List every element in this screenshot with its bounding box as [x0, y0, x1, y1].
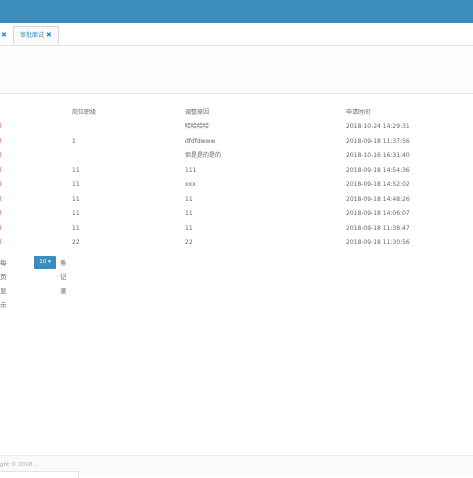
footer-copyright: ght © 2018 ...: [0, 462, 40, 468]
row-mark: l: [0, 181, 2, 188]
cell-reason: 哈哈哈哈: [185, 123, 210, 130]
column-header-level[interactable]: 岗位职级: [72, 106, 96, 121]
cell-time: 2018-09-18 14:06:07: [346, 210, 410, 217]
cell-level: 22: [72, 239, 80, 246]
cell-level: 11: [72, 224, 80, 232]
cell-time: 2018-09-18 11:38:47: [346, 224, 410, 232]
row-mark: l: [0, 123, 2, 130]
table-body: l 哈哈哈哈 2018-10-24 14:29:31 l 1 dfdfdwww 2018-0…: [0, 120, 473, 251]
divider: [0, 93, 473, 94]
cell-reason: xxx: [185, 181, 196, 188]
tab-partial-close-icon[interactable]: ✖: [1, 31, 7, 39]
row-mark: l: [0, 224, 2, 232]
cell-time: 2018-09-18 14:52:02: [346, 181, 410, 188]
column-header-time[interactable]: 申请时间: [346, 106, 370, 121]
pager-prefix: 每页显示: [0, 259, 7, 309]
cell-time: 2018-09-18 11:30:56: [346, 239, 410, 246]
data-table: 岗位职级 调整原因 申请时间 l 哈哈哈哈 2018-10-24 14:29:31 l…: [0, 106, 473, 251]
table-row[interactable]: l 哈哈哈哈 2018-10-24 14:29:31: [0, 120, 473, 135]
row-mark: l: [0, 239, 2, 246]
caret-down-icon: ▾: [47, 259, 51, 265]
column-header-reason[interactable]: 调整原因: [185, 106, 209, 121]
cell-reason: 11: [185, 210, 193, 217]
top-navbar: [0, 0, 473, 23]
cell-reason: 22: [185, 239, 193, 246]
cell-reason: 11: [185, 195, 193, 203]
tab-active-label: 审批面试: [20, 32, 45, 39]
cell-reason: dfdfdwww: [185, 137, 216, 145]
table-row[interactable]: l 22 22 2018-09-18 11:30:56: [0, 236, 473, 251]
row-mark: l: [0, 195, 2, 203]
row-mark: l: [0, 152, 2, 159]
tab-approval-interview[interactable]: 审批面试 ✖: [13, 26, 59, 45]
cell-time: 2018-10-24 14:29:31: [346, 123, 410, 130]
cell-time: 2018-09-18 14:54:36: [346, 166, 410, 174]
table-row[interactable]: l 11 11 2018-09-18 14:48:26: [0, 193, 473, 208]
row-mark: l: [0, 210, 2, 217]
table-row[interactable]: l 11 11 2018-09-18 11:38:47: [0, 222, 473, 237]
row-mark: l: [0, 137, 2, 145]
cell-time: 2018-09-18 14:48:26: [346, 195, 410, 203]
cell-reason: 11: [185, 224, 193, 232]
table-row[interactable]: l 但是是的是的 2018-10-16 16:31:40: [0, 149, 473, 164]
page-size-select[interactable]: 10 ▾: [34, 256, 56, 269]
tab-bar: [0, 23, 473, 46]
pager-suffix: 条记录: [60, 259, 67, 295]
table-row[interactable]: l 11 111 2018-09-18 14:54:36: [0, 164, 473, 179]
cell-level: 11: [72, 166, 80, 174]
page-size-value: 10: [39, 259, 47, 265]
tab-partial[interactable]: ✖: [0, 26, 7, 44]
cell-level: 1: [72, 137, 76, 145]
table-header: 岗位职级 调整原因 申请时间: [0, 106, 473, 120]
cell-reason: 但是是的是的: [185, 152, 222, 159]
cell-level: 11: [72, 210, 80, 217]
toolbar-area: [0, 46, 473, 93]
table-row[interactable]: l 11 xxx 2018-09-18 14:52:02: [0, 178, 473, 193]
table-row[interactable]: l 11 11 2018-09-18 14:06:07: [0, 207, 473, 222]
tab-active-close-icon[interactable]: ✖: [46, 31, 52, 39]
cell-level: 11: [72, 181, 80, 188]
cell-reason: 111: [185, 166, 197, 174]
row-mark: l: [0, 166, 2, 174]
cell-time: 2018-09-18 11:37:56: [346, 137, 410, 145]
table-row[interactable]: l 1 dfdfdwww 2018-09-18 11:37:56: [0, 135, 473, 150]
cell-level: 11: [72, 195, 80, 203]
cell-time: 2018-10-16 16:31:40: [346, 152, 410, 159]
